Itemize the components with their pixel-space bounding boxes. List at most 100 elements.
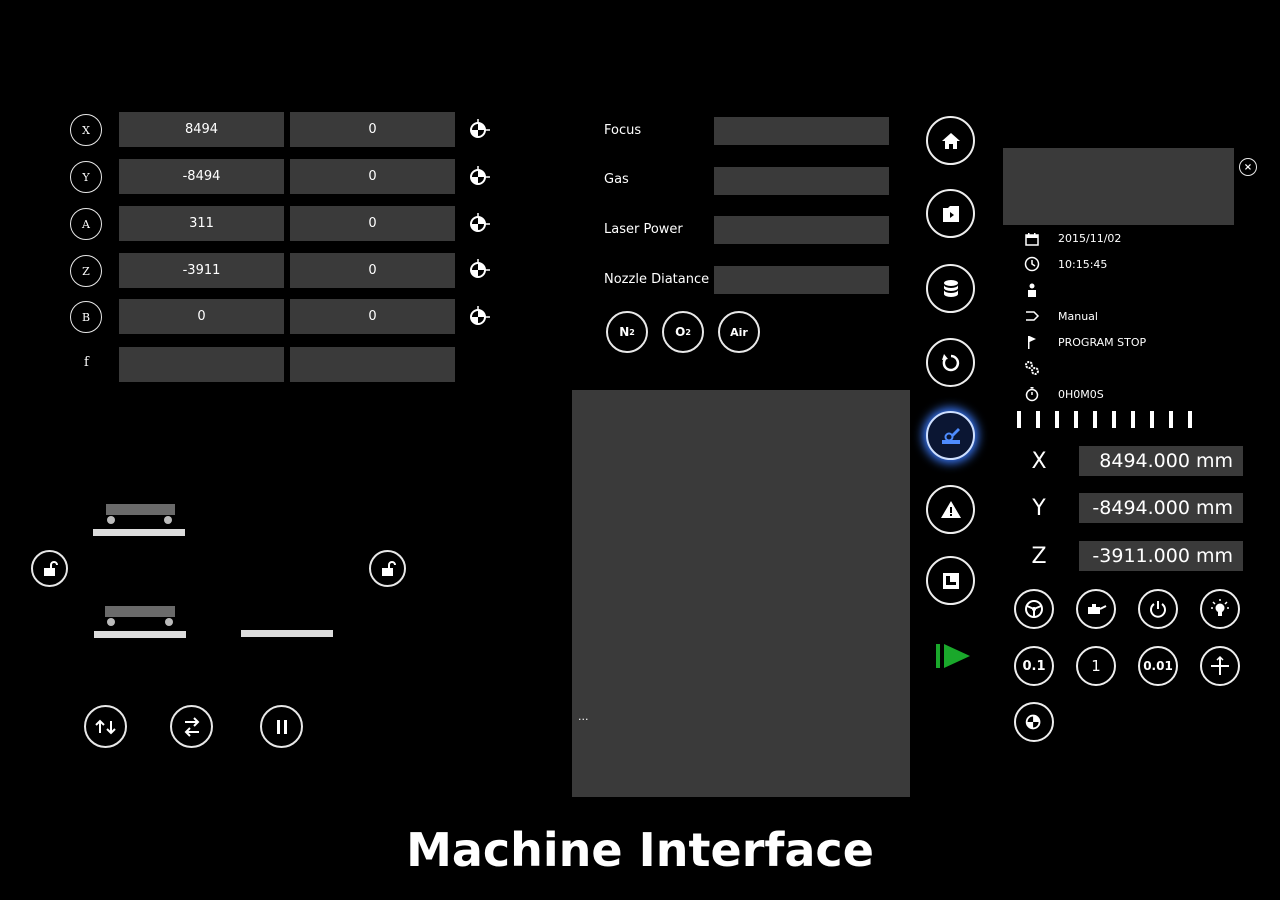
gas-air-button[interactable]: Air bbox=[718, 311, 760, 353]
axis-b-offset[interactable]: 0 bbox=[290, 299, 455, 334]
axis-b-value[interactable]: 0 bbox=[119, 299, 284, 334]
mode-icon bbox=[1026, 311, 1040, 321]
light-bulb-icon bbox=[1211, 599, 1229, 616]
progress-tick bbox=[1188, 411, 1192, 428]
gas-o2-label: O bbox=[675, 325, 686, 339]
up-down-arrows-icon bbox=[94, 719, 116, 734]
gas-air-label: Air bbox=[730, 325, 748, 339]
progress-tick bbox=[1131, 411, 1135, 428]
zero-b-icon[interactable] bbox=[467, 305, 491, 329]
readout-y-label: Y bbox=[1032, 496, 1046, 521]
axis-y-label: Y bbox=[70, 161, 102, 193]
gas-o2-button[interactable]: O2 bbox=[662, 311, 704, 353]
upper-pallet-icon bbox=[93, 504, 185, 536]
axis-z-value[interactable]: -3911 bbox=[119, 253, 284, 288]
home-button[interactable] bbox=[926, 116, 975, 165]
feed-value[interactable] bbox=[119, 347, 284, 382]
axis-x-offset[interactable]: 0 bbox=[290, 112, 455, 147]
home-icon bbox=[941, 132, 960, 149]
lower-pallet-icon bbox=[94, 606, 186, 638]
page-caption: Machine Interface bbox=[406, 823, 874, 877]
warning-icon bbox=[940, 500, 961, 518]
database-button[interactable] bbox=[926, 264, 975, 313]
light-button[interactable] bbox=[1200, 589, 1240, 629]
pallet-exchange-button[interactable] bbox=[170, 705, 213, 748]
oil-can-icon bbox=[1088, 604, 1107, 614]
progress-tick bbox=[1093, 411, 1097, 428]
manual-tool-button[interactable] bbox=[926, 411, 975, 460]
zero-x-icon[interactable] bbox=[467, 118, 491, 142]
zero-a-icon[interactable] bbox=[467, 212, 491, 236]
pallet-up-down-button[interactable] bbox=[84, 705, 127, 748]
progress-tick bbox=[1112, 411, 1116, 428]
axis-y-offset[interactable]: 0 bbox=[290, 159, 455, 194]
progress-tick bbox=[1150, 411, 1154, 428]
calendar-icon bbox=[1025, 233, 1039, 246]
exchange-arrows-icon bbox=[184, 716, 199, 737]
power-button[interactable] bbox=[1138, 589, 1178, 629]
axis-x-value[interactable]: 8494 bbox=[119, 112, 284, 147]
cycle-start-icon[interactable] bbox=[934, 642, 972, 670]
clock-icon bbox=[1024, 256, 1040, 272]
program-file-icon bbox=[942, 205, 959, 222]
step-001-button[interactable]: 0.01 bbox=[1138, 646, 1178, 686]
reset-button[interactable] bbox=[926, 338, 975, 387]
zero-y-icon[interactable] bbox=[467, 165, 491, 189]
message-box bbox=[1003, 148, 1234, 225]
laser-power-label: Laser Power bbox=[604, 222, 683, 237]
axis-y-value[interactable]: -8494 bbox=[119, 159, 284, 194]
readout-z-value: -3911.000 mm bbox=[1079, 541, 1243, 571]
lock-left-icon[interactable] bbox=[31, 550, 68, 587]
axis-a-value[interactable]: 311 bbox=[119, 206, 284, 241]
step-01-button[interactable]: 0.1 bbox=[1014, 646, 1054, 686]
axis-x-label: X bbox=[70, 114, 102, 146]
gas-field[interactable] bbox=[714, 167, 889, 195]
progress-tick bbox=[1055, 411, 1059, 428]
pallet-pause-button[interactable] bbox=[260, 705, 303, 748]
lubrication-button[interactable] bbox=[1076, 589, 1116, 629]
gas-n2-button[interactable]: N2 bbox=[606, 311, 648, 353]
chart-box-icon bbox=[942, 572, 959, 589]
axis-z-label: Z bbox=[70, 255, 102, 287]
nozzle-distance-field[interactable] bbox=[714, 266, 889, 294]
gas-o2-subscript: 2 bbox=[685, 327, 691, 337]
readout-z-label: Z bbox=[1031, 544, 1047, 569]
lock-right-icon[interactable] bbox=[369, 550, 406, 587]
database-icon bbox=[943, 279, 958, 297]
step-1-button[interactable]: 1 bbox=[1076, 646, 1116, 686]
axis-z-offset[interactable]: 0 bbox=[290, 253, 455, 288]
gas-label: Gas bbox=[604, 172, 629, 187]
steering-wheel-button[interactable] bbox=[1014, 589, 1054, 629]
feed-offset[interactable] bbox=[290, 347, 455, 382]
target-icon bbox=[1025, 714, 1041, 730]
program-panel[interactable]: ... bbox=[572, 390, 910, 797]
mode-text: Manual bbox=[1058, 310, 1098, 323]
stopwatch-icon bbox=[1025, 387, 1039, 402]
nozzle-tool-icon bbox=[941, 427, 960, 444]
focus-label: Focus bbox=[604, 123, 642, 138]
gears-icon bbox=[1025, 361, 1039, 375]
steering-wheel-icon bbox=[1025, 600, 1043, 618]
empty-pallet-station-icon bbox=[241, 630, 333, 637]
laser-power-field[interactable] bbox=[714, 216, 889, 244]
jog-axes-button[interactable] bbox=[1200, 646, 1240, 686]
program-state-text: PROGRAM STOP bbox=[1058, 336, 1147, 349]
reference-point-button[interactable] bbox=[1014, 702, 1054, 742]
feed-label: f bbox=[84, 355, 89, 370]
program-panel-ellipsis: ... bbox=[578, 710, 589, 723]
runtime-text: 0H0M0S bbox=[1058, 388, 1104, 401]
diagnostics-button[interactable] bbox=[926, 556, 975, 605]
program-run-button[interactable] bbox=[926, 189, 975, 238]
pause-icon bbox=[276, 719, 287, 734]
close-message-icon[interactable]: × bbox=[1239, 158, 1257, 176]
axis-b-label: B bbox=[70, 301, 102, 333]
zero-z-icon[interactable] bbox=[467, 258, 491, 282]
axis-a-offset[interactable]: 0 bbox=[290, 206, 455, 241]
readout-y-value: -8494.000 mm bbox=[1079, 493, 1243, 523]
focus-field[interactable] bbox=[714, 117, 889, 145]
alarm-button[interactable] bbox=[926, 485, 975, 534]
readout-x-label: X bbox=[1031, 449, 1047, 474]
time-text: 10:15:45 bbox=[1058, 258, 1108, 271]
gas-n2-subscript: 2 bbox=[629, 327, 635, 337]
power-icon bbox=[1150, 601, 1166, 618]
